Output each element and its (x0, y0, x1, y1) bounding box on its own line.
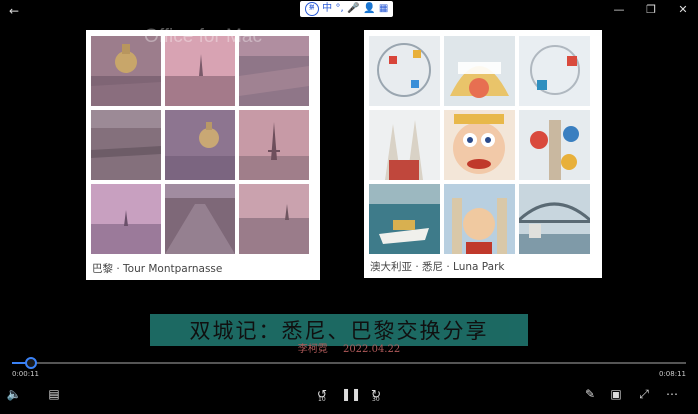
paris-photo-dome (91, 36, 161, 106)
paris-photo-skyline-pink (165, 36, 235, 106)
forward-icon[interactable]: ↻ 30 (368, 386, 384, 403)
restore-icon[interactable]: ❐ (644, 3, 658, 17)
seek-bar[interactable]: 0:00:11 0:08:11 (12, 355, 686, 378)
fullscreen-icon[interactable]: ⤢ (636, 386, 652, 402)
title-bar: ← 拼 中 °, 🎤 👤 ▦ — ❐ ✕ (0, 0, 698, 22)
pause-icon[interactable]: ❚❚ (341, 386, 361, 402)
presenter-name: 李柯霓 (297, 344, 328, 355)
paris-photo-horizon (239, 184, 309, 254)
ime-language-toggle[interactable]: 中 (322, 2, 332, 16)
sydney-photo-wheel-close (519, 36, 590, 106)
ime-punctuation-toggle[interactable]: °, (336, 2, 344, 16)
sydney-photo-ferris-wheel (369, 36, 440, 106)
seek-track[interactable] (12, 362, 686, 364)
miniplayer-icon[interactable]: ▣ (608, 386, 624, 402)
seek-handle[interactable] (24, 357, 37, 369)
sydney-photo-luna-park-sign (444, 36, 515, 106)
paris-photo-eiffel (239, 110, 309, 180)
presentation-date: 2022.04.22 (342, 344, 401, 355)
sydney-photo-harbour-bridge (519, 184, 590, 254)
sydney-photo-ferry (369, 184, 440, 254)
paris-caption: 巴黎 · Tour Montparnasse (92, 263, 223, 275)
video-frame[interactable]: Office for Mac 巴黎 · Tour Montparnasse 澳大… (0, 22, 698, 352)
presenter-line: 李柯霓 2022.04.22 (0, 340, 698, 355)
ime-toolbar: 拼 中 °, 🎤 👤 ▦ (300, 1, 393, 17)
sydney-photo-ride (519, 110, 590, 180)
total-time: 0:08:11 (659, 370, 686, 378)
sydney-photo-towers (369, 110, 440, 180)
subtitles-icon[interactable]: ▤ (46, 386, 62, 402)
sydney-photo-luna-park-gate (444, 184, 515, 254)
window-controls: — ❐ ✕ (612, 3, 690, 17)
more-options-icon[interactable]: ⋯ (664, 386, 680, 402)
paris-photo-boulevard (165, 184, 235, 254)
paris-photo-card: Office for Mac 巴黎 · Tour Montparnasse (86, 26, 320, 280)
sydney-photo-clown-face (444, 110, 515, 180)
forward-seconds: 30 (372, 396, 380, 403)
close-icon[interactable]: ✕ (676, 3, 690, 17)
paris-photo-dusk (91, 184, 161, 254)
back-arrow-icon[interactable]: ← (6, 3, 22, 19)
minimize-icon[interactable]: — (612, 3, 626, 17)
player-controls: 🔈 ▤ ↺ 10 ❚❚ ↻ 30 ✎ ▣ ⤢ ⋯ (0, 382, 698, 406)
paris-photo-grid (91, 36, 309, 254)
sydney-photo-card: 澳大利亚 · 悉尼 · Luna Park (364, 30, 602, 278)
paris-photo-invalides (165, 110, 235, 180)
elapsed-time: 0:00:11 (12, 370, 39, 378)
rewind-seconds: 10 (318, 396, 326, 403)
sydney-caption: 澳大利亚 · 悉尼 · Luna Park (370, 261, 505, 273)
ime-logo-icon[interactable]: 拼 (304, 2, 319, 16)
user-icon[interactable]: 👤 (363, 2, 375, 16)
sydney-photo-grid (369, 36, 590, 254)
microphone-icon[interactable]: 🎤 (347, 2, 359, 16)
grid-menu-icon[interactable]: ▦ (379, 2, 388, 16)
volume-icon[interactable]: 🔈 (6, 386, 22, 402)
pen-icon[interactable]: ✎ (582, 386, 598, 402)
paris-photo-rooftops (239, 36, 309, 106)
rewind-icon[interactable]: ↺ 10 (314, 386, 330, 403)
paris-photo-aerial (91, 110, 161, 180)
